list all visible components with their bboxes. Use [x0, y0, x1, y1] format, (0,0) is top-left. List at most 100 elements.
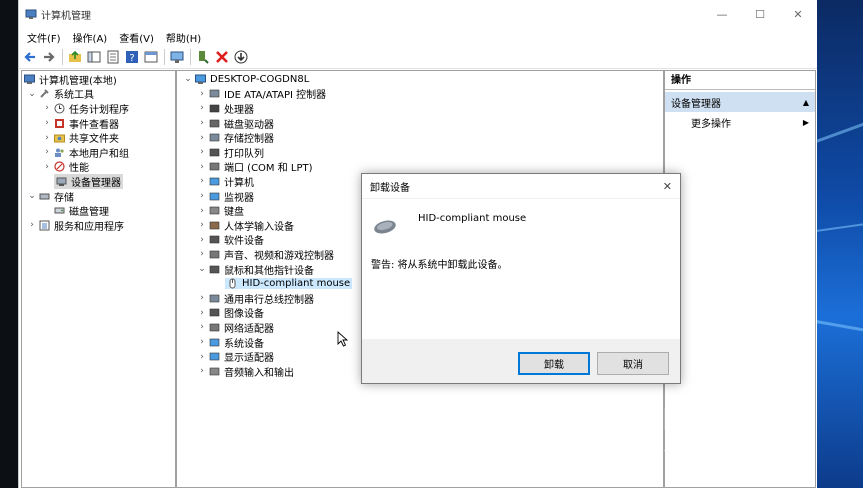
show-tree-icon[interactable] [85, 48, 103, 66]
chevron-down-icon[interactable]: ⌄ [183, 74, 193, 84]
tree-item-root[interactable]: 计算机管理(本地) [24, 72, 117, 87]
chevron-right-icon[interactable]: › [197, 89, 207, 99]
device-category-6[interactable]: › 端口 (COM 和 LPT) [197, 160, 312, 175]
chevron-right-icon[interactable]: › [197, 235, 207, 245]
device-hid-compliant-mouse[interactable]: HID-compliant mouse [225, 276, 353, 291]
device-category-16[interactable]: › 网络适配器 [197, 320, 274, 335]
device-category-icon [209, 191, 220, 202]
chevron-right-icon[interactable]: › [42, 133, 52, 143]
tree-item-local-users[interactable]: › 本地用户和组 [42, 145, 129, 160]
device-manager-icon [56, 176, 67, 187]
uninstall-icon[interactable] [213, 48, 231, 66]
menu-help[interactable]: 帮助(H) [160, 30, 207, 45]
more-actions-item[interactable]: 更多操作 ▶ [665, 112, 815, 132]
enable-device-icon[interactable] [194, 48, 212, 66]
tree-item-system-tools[interactable]: ⌄ 系统工具 [27, 87, 94, 102]
cancel-button[interactable]: 取消 [597, 352, 669, 375]
chevron-right-icon[interactable]: › [197, 133, 207, 143]
tree-item-event-viewer[interactable]: › 事件查看器 [42, 116, 119, 131]
minimize-button[interactable]: — [703, 0, 741, 28]
tree-item-device-manager[interactable]: 设备管理器 [54, 173, 123, 189]
chevron-right-icon[interactable]: › [197, 322, 207, 332]
dialog-device-name: HID-compliant mouse [418, 213, 527, 224]
menu-view[interactable]: 查看(V) [113, 30, 160, 45]
device-category-19[interactable]: › 音频输入和输出 [197, 364, 294, 379]
console-icon[interactable] [142, 48, 160, 66]
chevron-right-icon[interactable]: › [27, 220, 37, 230]
device-category-12[interactable]: › 声音、视频和游戏控制器 [197, 247, 334, 262]
device-category-13[interactable]: ⌄ 鼠标和其他指针设备 [197, 262, 314, 277]
dialog-close-button[interactable]: ✕ [663, 180, 672, 193]
chevron-right-icon[interactable]: › [42, 118, 52, 128]
tree-item-performance[interactable]: › 性能 [42, 160, 89, 174]
forward-icon[interactable] [40, 48, 58, 66]
menu-file[interactable]: 文件(F) [21, 30, 67, 45]
chevron-right-icon[interactable]: › [197, 366, 207, 376]
chevron-right-icon[interactable]: › [42, 103, 52, 113]
close-button[interactable]: ✕ [779, 0, 817, 28]
menu-action[interactable]: 操作(A) [67, 30, 114, 45]
device-category-8[interactable]: › 监视器 [197, 189, 254, 204]
chevron-right-icon[interactable]: › [42, 162, 52, 172]
tree-item-task-scheduler[interactable]: › 任务计划程序 [42, 101, 129, 116]
chevron-right-icon[interactable]: › [197, 308, 207, 318]
chevron-right-icon[interactable]: › [197, 118, 207, 128]
device-category-2[interactable]: › 处理器 [197, 101, 254, 116]
chevron-right-icon[interactable]: › [197, 249, 207, 259]
collapse-arrow-icon[interactable]: ▲ [803, 98, 809, 107]
mouse-icon [227, 278, 238, 289]
device-category-17[interactable]: › 系统设备 [197, 335, 264, 350]
device-category-5[interactable]: › 打印队列 [197, 145, 264, 160]
chevron-right-icon[interactable]: › [197, 191, 207, 201]
tree-item-disk-management[interactable]: 磁盘管理 [54, 203, 109, 218]
chevron-right-icon[interactable]: › [197, 337, 207, 347]
back-icon[interactable] [21, 48, 39, 66]
event-log-icon [54, 118, 65, 129]
device-category-3[interactable]: › 磁盘驱动器 [197, 116, 274, 131]
title-bar[interactable]: 计算机管理 — ☐ ✕ [19, 0, 817, 28]
chevron-right-icon[interactable]: › [42, 147, 52, 157]
dialog-body: HID-compliant mouse 警告: 将从系统中卸载此设备。 [362, 199, 680, 339]
properties-icon[interactable] [104, 48, 122, 66]
chevron-right-icon[interactable]: › [197, 293, 207, 303]
device-category-icon [209, 103, 220, 114]
users-icon [54, 147, 65, 158]
chevron-down-icon[interactable]: ⌄ [27, 191, 37, 201]
chevron-right-icon[interactable]: › [197, 220, 207, 230]
chevron-right-icon[interactable]: › [197, 206, 207, 216]
actions-device-manager[interactable]: 设备管理器 ▲ [665, 92, 815, 112]
chevron-right-icon[interactable]: › [197, 176, 207, 186]
computer-management-icon [24, 74, 35, 85]
up-folder-icon[interactable] [66, 48, 84, 66]
device-category-14[interactable]: › 通用串行总线控制器 [197, 291, 314, 306]
monitor-icon[interactable] [168, 48, 186, 66]
uninstall-button[interactable]: 卸载 [518, 352, 590, 375]
chevron-right-icon[interactable]: › [197, 352, 207, 362]
chevron-right-icon[interactable]: › [197, 147, 207, 157]
shared-folder-icon [54, 132, 65, 143]
device-tree-root[interactable]: ⌄ DESKTOP-COGDN8L [183, 72, 309, 87]
dialog-title-bar[interactable]: 卸载设备 ✕ [362, 174, 680, 199]
chevron-right-icon[interactable]: › [197, 162, 207, 172]
device-category-9[interactable]: › 键盘 [197, 203, 244, 219]
device-category-1[interactable]: › IDE ATA/ATAPI 控制器 [197, 87, 326, 102]
device-category-4[interactable]: › 存储控制器 [197, 130, 274, 146]
device-category-11[interactable]: › 软件设备 [197, 233, 264, 248]
tree-item-services-apps[interactable]: › 服务和应用程序 [27, 218, 124, 233]
device-category-7[interactable]: › 计算机 [197, 174, 254, 189]
chevron-right-icon[interactable]: › [197, 103, 207, 113]
dialog-footer: 卸载 取消 [362, 339, 680, 383]
tree-item-shared-folders[interactable]: › 共享文件夹 [42, 130, 119, 146]
device-category-18[interactable]: › 显示适配器 [197, 349, 274, 365]
device-category-10[interactable]: › 人体学输入设备 [197, 218, 294, 233]
chevron-down-icon[interactable]: ⌄ [197, 264, 207, 274]
tree-item-storage[interactable]: ⌄ 存储 [27, 189, 74, 204]
help-icon[interactable]: ? [123, 48, 141, 66]
update-driver-icon[interactable] [232, 48, 250, 66]
chevron-down-icon[interactable]: ⌄ [27, 89, 37, 99]
desktop-background [815, 0, 863, 488]
device-category-15[interactable]: › 图像设备 [197, 306, 264, 321]
device-category-icon [209, 118, 220, 129]
maximize-button[interactable]: ☐ [741, 0, 779, 28]
device-category-icon [209, 205, 220, 216]
